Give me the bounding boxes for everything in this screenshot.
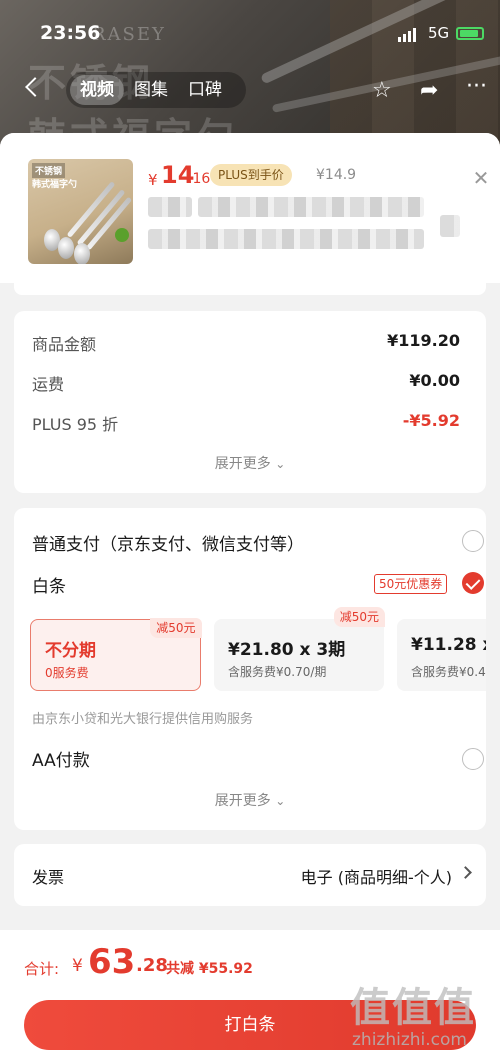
- total-decimal: .28: [136, 955, 168, 976]
- close-icon[interactable]: ✕: [470, 167, 492, 189]
- plan-fee: 含服务费¥0.4: [411, 665, 486, 679]
- blurred-product-title: [148, 229, 424, 249]
- invoice-value: 电子 (商品明细-个人): [300, 868, 452, 887]
- signal-icon: [398, 28, 416, 42]
- invoice-row[interactable]: 发票 电子 (商品明细-个人): [14, 844, 486, 906]
- original-price: ¥14.9: [316, 167, 357, 183]
- chevron-down-icon: ⌄: [275, 457, 286, 471]
- lime-image: [115, 228, 129, 242]
- star-icon[interactable]: ☆: [372, 78, 392, 103]
- payment-option-baitiao[interactable]: 白条: [32, 572, 66, 597]
- installment-plan-3[interactable]: 减50元 ¥21.80 x 3期 含服务费¥0.70/期: [214, 607, 385, 691]
- payment-option-aa[interactable]: AA付款: [32, 746, 90, 771]
- subtotal-value: ¥119.20: [387, 331, 460, 350]
- section-divider: [14, 283, 486, 295]
- total-integer: 63: [88, 942, 136, 982]
- checkout-sheet: 不锈钢 韩式福字勺 ¥ 14 .16 PLUS到手价 ¥14.9 ✕ 商品金额 …: [0, 133, 500, 1058]
- total-symbol: ¥: [72, 956, 83, 976]
- plan-title: ¥11.28 x 6: [411, 635, 486, 655]
- price-summary-card: 商品金额 ¥119.20 运费 ¥0.00 PLUS 95 折 -¥5.92 展…: [14, 311, 486, 493]
- tab-video[interactable]: 视频: [70, 75, 124, 105]
- price-decimal: .16: [188, 171, 211, 187]
- expand-more-button[interactable]: 展开更多 ⌄: [14, 790, 486, 810]
- plus-discount-label: PLUS 95 折: [32, 415, 119, 434]
- price-symbol: ¥: [148, 171, 158, 189]
- status-bar: 23:56 5G: [0, 0, 500, 66]
- product-header: 不锈钢 韩式福字勺 ¥ 14 .16 PLUS到手价 ¥14.9 ✕: [0, 133, 500, 283]
- status-time: 23:56: [40, 22, 101, 44]
- blurred-product-title: [148, 197, 192, 217]
- blurred-product-title: [198, 197, 424, 217]
- expand-more-button[interactable]: 展开更多 ⌄: [14, 453, 486, 473]
- product-thumbnail[interactable]: 不锈钢 韩式福字勺: [28, 159, 133, 264]
- invoice-label: 发票: [32, 868, 65, 887]
- media-tabs: 视频 图集 口碑: [66, 72, 246, 108]
- subtotal-label: 商品金额: [32, 335, 97, 354]
- share-icon[interactable]: ➦: [420, 78, 438, 103]
- blurred-product-title: [440, 215, 460, 237]
- plus-price-tag: PLUS到手价: [210, 164, 292, 186]
- plan-title: 不分期: [45, 641, 96, 661]
- shipping-value: ¥0.00: [409, 371, 460, 390]
- network-label: 5G: [428, 24, 450, 42]
- expand-more-label: 展开更多: [214, 793, 271, 809]
- radio-standard-payment[interactable]: [462, 530, 484, 552]
- battery-icon: [456, 27, 484, 40]
- payment-card: 普通支付（京东支付、微信支付等） 白条 50元优惠券 减50元 不分期 0服务费…: [14, 508, 486, 830]
- shipping-label: 运费: [32, 375, 65, 394]
- total-saving: 共减 ¥55.92: [166, 961, 253, 977]
- watermark-url: zhizhizhi.com: [352, 1030, 467, 1050]
- watermark-logo: 值值值: [350, 985, 476, 1031]
- total-label: 合计:: [24, 960, 60, 978]
- tab-reviews[interactable]: 口碑: [178, 75, 232, 105]
- payment-option-standard[interactable]: 普通支付（京东支付、微信支付等）: [32, 530, 304, 555]
- installment-plan-none[interactable]: 减50元 不分期 0服务费: [30, 618, 202, 691]
- chevron-right-icon: [459, 866, 472, 879]
- more-icon[interactable]: ···: [466, 74, 487, 99]
- plan-title: ¥21.80 x 3期: [228, 640, 346, 660]
- radio-aa-payment[interactable]: [462, 748, 484, 770]
- spoon-bowl-image: [74, 243, 90, 264]
- plan-fee: 含服务费¥0.70/期: [228, 665, 327, 679]
- plan-fee: 0服务费: [45, 666, 89, 680]
- installment-plan-6[interactable]: ¥11.28 x 6 含服务费¥0.4: [397, 619, 486, 691]
- plan-discount-badge: 减50元: [150, 618, 202, 638]
- radio-baitiao[interactable]: [462, 572, 484, 594]
- thumb-text: 韩式福字勺: [32, 180, 78, 190]
- chevron-down-icon: ⌄: [275, 794, 286, 808]
- plan-discount-badge: 减50元: [333, 607, 385, 627]
- coupon-tag[interactable]: 50元优惠券: [374, 574, 448, 594]
- spoon-bowl-image: [58, 237, 74, 259]
- thumb-text: 不锈钢: [32, 163, 66, 178]
- credit-provider-note: 由京东小贷和光大银行提供信用购服务: [32, 712, 254, 727]
- plus-discount-value: -¥5.92: [402, 411, 460, 430]
- tab-gallery[interactable]: 图集: [124, 75, 178, 105]
- expand-more-label: 展开更多: [214, 456, 271, 472]
- watermark: 值值值 zhizhizhi.com: [350, 975, 500, 1058]
